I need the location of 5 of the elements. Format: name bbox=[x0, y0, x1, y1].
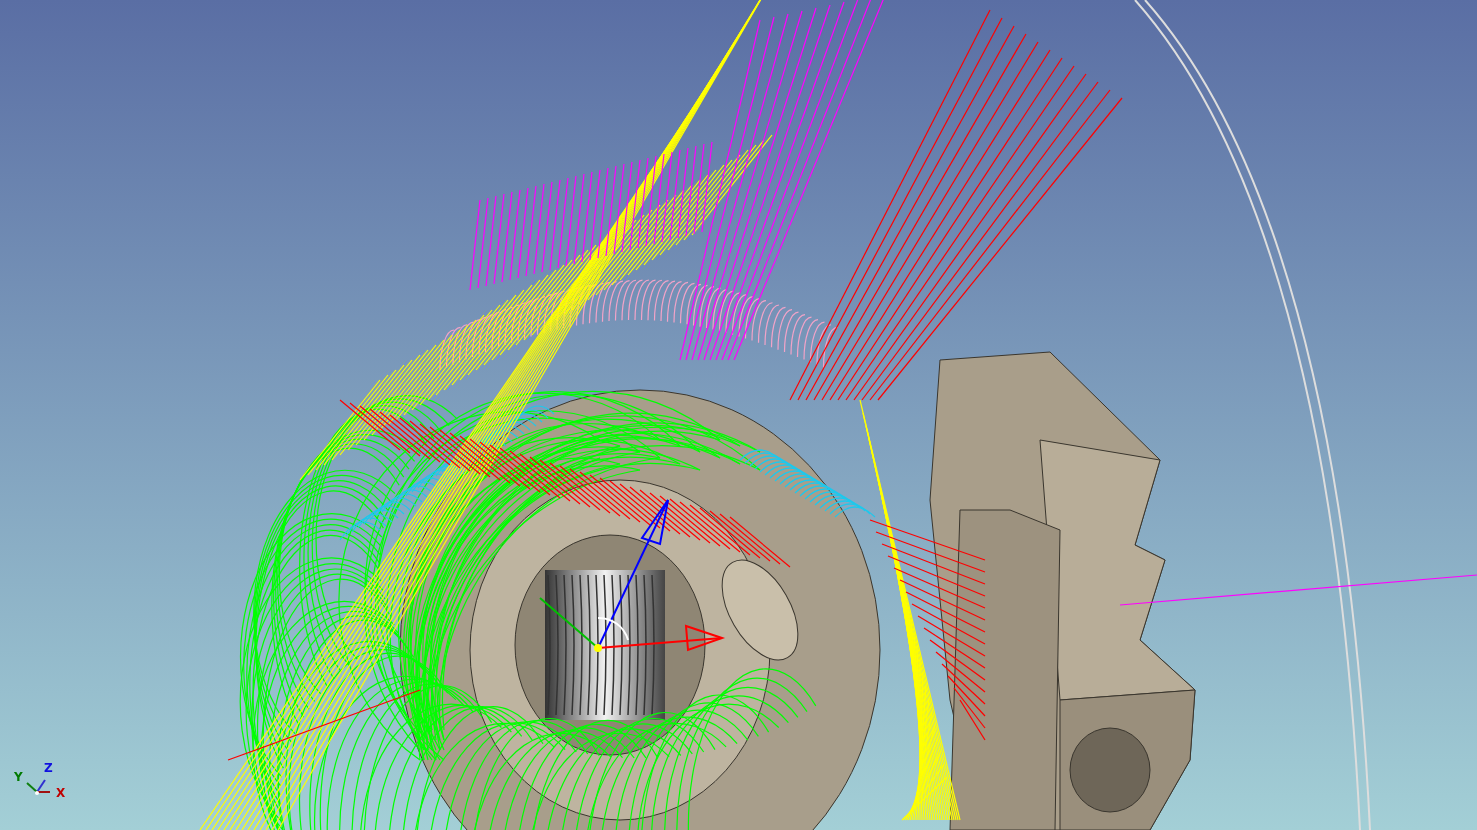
axis-label: X bbox=[56, 786, 66, 800]
axis-label: Z bbox=[44, 761, 53, 775]
3d-viewport[interactable]: Z Y X bbox=[0, 0, 1477, 830]
axis-label: Y bbox=[14, 770, 23, 784]
axis-triad-icon bbox=[26, 779, 51, 795]
